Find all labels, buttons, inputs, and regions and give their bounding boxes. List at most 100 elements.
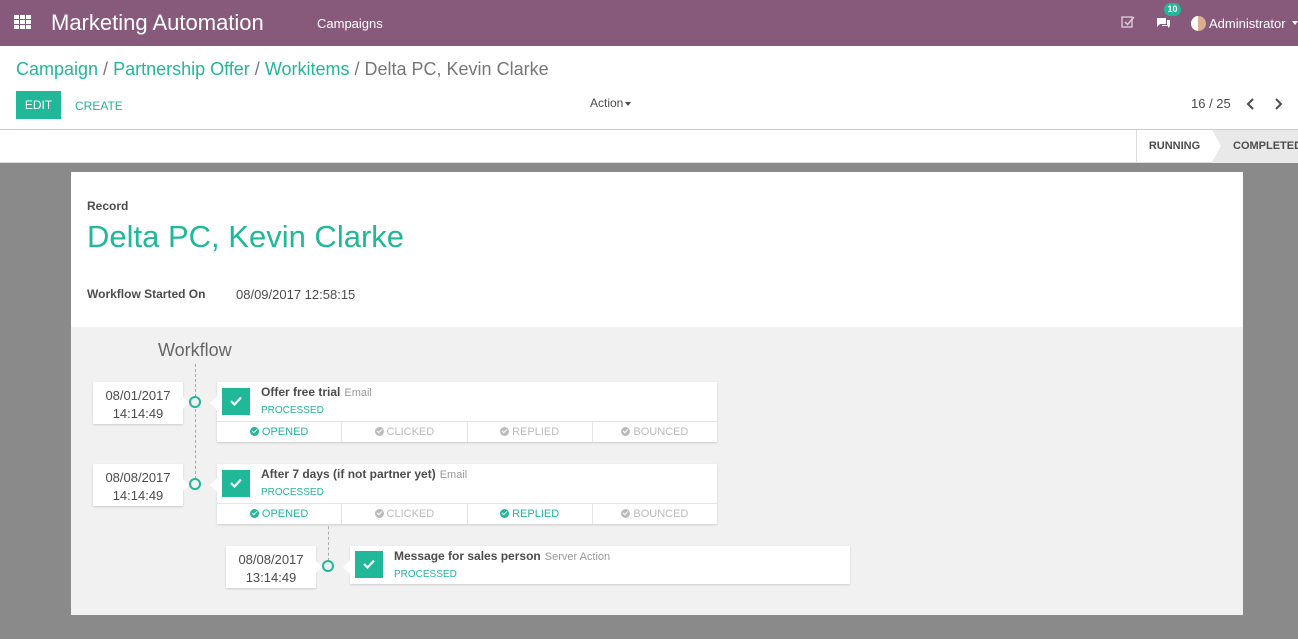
tracking-label: REPLIED <box>512 508 560 520</box>
pager-value[interactable]: 16 / 25 <box>1191 96 1231 111</box>
tracking-replied: REPLIED <box>468 504 593 524</box>
workflow-step-card[interactable]: Offer free trial Email PROCESSED OPENED C… <box>210 382 717 442</box>
apps-menu-icon[interactable] <box>14 15 31 29</box>
breadcrumb-partnership-offer[interactable]: Partnership Offer <box>113 59 250 79</box>
step-date-time: 14:14:49 <box>112 406 164 421</box>
menu-campaigns[interactable]: Campaigns <box>317 16 383 31</box>
step-date-time: 14:14:49 <box>112 488 164 503</box>
timeline-node <box>189 478 201 490</box>
workflow-started-label: Workflow Started On <box>87 287 206 301</box>
caret-down-icon <box>625 101 632 106</box>
timeline-connector <box>195 409 196 479</box>
action-label: Action <box>590 96 624 110</box>
stage-completed[interactable]: COMPLETED <box>1212 130 1298 163</box>
edit-button[interactable]: EDIT <box>16 91 61 119</box>
tracking-label: CLICKED <box>386 426 435 438</box>
tracking-clicked: CLICKED <box>342 422 468 442</box>
step-name-text: Offer free trial <box>261 385 341 399</box>
breadcrumb: Campaign / Partnership Offer / Workitems / Del… <box>16 59 549 80</box>
step-date: 08/08/2017 14:14:49 <box>93 464 189 506</box>
workflow-heading: Workflow <box>158 340 232 360</box>
tracking-opened: OPENED <box>217 504 343 524</box>
check-circle-icon <box>249 427 259 436</box>
top-navbar: Marketing Automation Campaigns 10 Admini… <box>0 0 1298 46</box>
pager-next-icon[interactable] <box>1272 97 1284 111</box>
tracking-label: OPENED <box>261 508 309 520</box>
step-name: Message for sales person Server Action <box>394 549 610 563</box>
check-circle-icon <box>374 427 384 436</box>
workflow-step-card[interactable]: Message for sales person Server Action PR… <box>343 546 850 584</box>
step-type: Server Action <box>544 551 611 563</box>
tracking-label: BOUNCED <box>633 508 689 520</box>
breadcrumb-workitems[interactable]: Workitems <box>265 59 350 79</box>
activity-check-icon[interactable] <box>1121 15 1135 29</box>
step-date-day: 08/01/2017 <box>105 388 171 403</box>
step-status: PROCESSED <box>261 405 324 416</box>
breadcrumb-separator: / <box>103 59 109 79</box>
timeline-connector <box>328 521 329 561</box>
tracking-label: REPLIED <box>512 426 560 438</box>
step-status: PROCESSED <box>261 487 324 498</box>
step-name-text: After 7 days (if not partner yet) <box>261 467 436 481</box>
step-date-day: 08/08/2017 <box>105 470 171 485</box>
workflow-section: Workflow 08/01/2017 14:14:49 Offer free … <box>71 327 1243 615</box>
action-dropdown[interactable]: Action <box>590 96 632 110</box>
check-circle-icon <box>621 427 631 436</box>
step-type: Email <box>439 469 468 481</box>
record-title[interactable]: Delta PC, Kevin Clarke <box>87 219 404 255</box>
pager-previous-icon[interactable] <box>1245 97 1257 111</box>
statusbar: RUNNING COMPLETED <box>0 130 1298 163</box>
chat-icon[interactable] <box>1155 15 1171 31</box>
tracking-opened: OPENED <box>217 422 343 442</box>
check-icon <box>230 478 242 488</box>
check-circle-icon <box>249 509 259 518</box>
tracking-row: OPENED CLICKED REPLIED BOUNCED <box>217 503 717 524</box>
check-icon <box>363 559 375 569</box>
step-done-checkbox <box>222 388 250 415</box>
user-avatar[interactable] <box>1191 16 1206 31</box>
step-name: After 7 days (if not partner yet) Email <box>261 467 467 481</box>
step-type: Email <box>344 387 372 399</box>
check-icon <box>230 396 242 406</box>
chevron-down-icon[interactable] <box>1292 21 1298 25</box>
tracking-replied: REPLIED <box>468 422 593 442</box>
user-menu[interactable]: Administrator <box>1209 16 1286 31</box>
tracking-clicked: CLICKED <box>342 504 468 524</box>
step-name: Offer free trial Email <box>261 385 372 399</box>
app-title: Marketing Automation <box>51 10 264 35</box>
form-sheet: Record Delta PC, Kevin Clarke Workflow S… <box>71 172 1243 615</box>
step-date: 08/01/2017 14:14:49 <box>93 382 189 424</box>
step-date-day: 08/08/2017 <box>238 552 304 567</box>
record-label: Record <box>87 199 129 213</box>
breadcrumb-current: Delta PC, Kevin Clarke <box>364 59 549 79</box>
stage-running[interactable]: RUNNING <box>1136 130 1212 163</box>
timeline-connector <box>195 364 196 397</box>
step-date: 08/08/2017 13:14:49 <box>226 546 322 588</box>
step-done-checkbox <box>222 470 250 497</box>
tracking-label: CLICKED <box>386 508 435 520</box>
tracking-bounced: BOUNCED <box>593 422 717 442</box>
timeline-node <box>189 396 201 408</box>
workflow-step-card[interactable]: After 7 days (if not partner yet) Email P… <box>210 464 717 524</box>
check-circle-icon <box>621 509 631 518</box>
step-name-text: Message for sales person <box>394 549 541 563</box>
breadcrumb-separator: / <box>254 59 260 79</box>
step-done-checkbox <box>355 551 383 578</box>
breadcrumb-campaign[interactable]: Campaign <box>16 59 98 79</box>
tracking-row: OPENED CLICKED REPLIED BOUNCED <box>217 421 717 442</box>
workflow-started-value: 08/09/2017 12:58:15 <box>236 287 356 302</box>
tracking-label: OPENED <box>261 426 309 438</box>
stage-divider <box>1212 130 1221 162</box>
tracking-bounced: BOUNCED <box>593 504 717 524</box>
timeline-node <box>322 560 334 572</box>
step-status: PROCESSED <box>394 569 457 580</box>
control-panel: Campaign / Partnership Offer / Workitems / Del… <box>0 46 1298 130</box>
chat-count-badge: 10 <box>1164 3 1181 16</box>
breadcrumb-separator: / <box>354 59 360 79</box>
tracking-label: BOUNCED <box>633 426 689 438</box>
check-circle-icon <box>500 509 510 518</box>
check-circle-icon <box>500 427 510 436</box>
step-date-time: 13:14:49 <box>245 570 297 585</box>
check-circle-icon <box>374 509 384 518</box>
create-button[interactable]: CREATE <box>75 99 123 113</box>
